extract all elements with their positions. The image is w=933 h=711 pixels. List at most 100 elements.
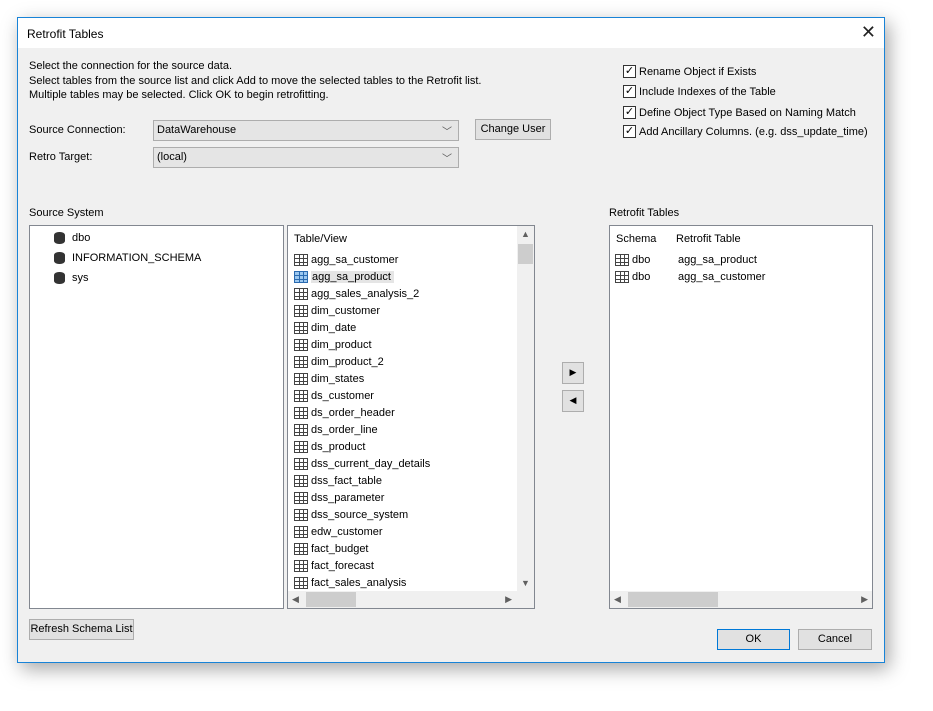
option-label: Rename Object if Exists — [639, 65, 757, 78]
scroll-thumb[interactable] — [628, 592, 718, 607]
option-label: Define Object Type Based on Naming Match — [639, 106, 856, 119]
table-list-item[interactable]: ds_order_line — [294, 421, 380, 438]
table-name: dss_source_system — [311, 508, 409, 521]
retrofit-table-row[interactable]: dbo agg_sa_customer — [615, 268, 767, 285]
instruction-3: Multiple tables may be selected. Click O… — [29, 89, 329, 101]
table-list-item[interactable]: fact_forecast — [294, 557, 376, 574]
checkbox-check-icon[interactable]: ✓ — [623, 85, 636, 98]
table-list-item[interactable]: dim_states — [294, 370, 366, 387]
table-list-item[interactable]: fact_budget — [294, 540, 371, 557]
add-button[interactable]: ▶ — [562, 362, 584, 384]
table-name: fact_forecast — [311, 559, 374, 572]
vertical-scrollbar[interactable]: ▲ ▼ — [517, 226, 534, 591]
chevron-down-icon: ﹀ — [442, 127, 452, 138]
table-list-item[interactable]: edw_customer — [294, 523, 385, 540]
table-icon — [294, 321, 308, 334]
schema-tree-item[interactable]: dbo — [54, 229, 92, 246]
table-list-item[interactable]: dim_product_2 — [294, 353, 386, 370]
cancel-button[interactable]: Cancel — [798, 629, 872, 650]
table-list-item[interactable]: ds_product — [294, 438, 367, 455]
retrofit-tables-list[interactable]: Schema Retrofit Table dbo agg_sa_product d… — [609, 225, 873, 609]
table-icon — [294, 253, 308, 266]
table-list-item[interactable]: dss_fact_table — [294, 472, 384, 489]
scroll-down-icon[interactable]: ▼ — [521, 578, 530, 588]
table-name: fact_budget — [311, 542, 369, 555]
scroll-right-icon[interactable]: ▶ — [861, 594, 868, 605]
scroll-left-icon[interactable]: ◀ — [292, 594, 299, 605]
table-list-item[interactable]: agg_sa_product — [294, 268, 396, 285]
checkbox-check-icon[interactable]: ✓ — [623, 65, 636, 78]
source-schema-tree[interactable]: dbo INFORMATION_SCHEMAsys — [29, 225, 284, 609]
table-list-item[interactable]: dim_product — [294, 336, 374, 353]
schema-cell: dbo — [632, 270, 651, 283]
table-name: dim_states — [311, 372, 365, 385]
table-icon — [294, 389, 308, 402]
close-icon[interactable]: ✕ — [861, 22, 876, 43]
option-checkbox[interactable]: ✓ Include Indexes of the Table — [623, 85, 776, 98]
database-icon — [54, 251, 65, 264]
database-icon — [54, 271, 65, 284]
scroll-thumb[interactable] — [306, 592, 356, 607]
table-list-item[interactable]: dss_source_system — [294, 506, 410, 523]
option-checkbox[interactable]: ✓ Define Object Type Based on Naming Matc… — [623, 106, 856, 119]
table-icon — [294, 406, 308, 419]
schema-tree-item[interactable]: INFORMATION_SCHEMA — [54, 249, 203, 266]
table-name: dss_fact_table — [311, 474, 382, 487]
remove-button[interactable]: ◀ — [562, 390, 584, 412]
schema-tree-item[interactable]: sys — [54, 269, 91, 286]
table-icon — [294, 474, 308, 487]
horizontal-scrollbar[interactable]: ◀ ▶ — [610, 591, 872, 608]
checkbox-check-icon[interactable]: ✓ — [623, 106, 636, 119]
table-list-item[interactable]: agg_sales_analysis_2 — [294, 285, 421, 302]
table-icon — [294, 508, 308, 521]
ok-button[interactable]: OK — [717, 629, 790, 650]
table-icon — [294, 440, 308, 453]
table-list-item[interactable]: dss_current_day_details — [294, 455, 432, 472]
chevron-down-icon: ﹀ — [442, 154, 452, 165]
table-name: dss_current_day_details — [311, 457, 431, 470]
instruction-1: Select the connection for the source dat… — [29, 60, 233, 72]
table-view-list[interactable]: Table/View agg_sa_customer agg_sa_product… — [287, 225, 535, 609]
schema-name: INFORMATION_SCHEMA — [72, 251, 202, 264]
arrow-left-icon: ◀ — [569, 395, 577, 405]
horizontal-scrollbar[interactable]: ◀ ▶ — [288, 591, 534, 608]
table-icon — [294, 304, 308, 317]
column-header-retrofit-table[interactable]: Retrofit Table — [676, 233, 741, 245]
option-checkbox[interactable]: ✓ Add Ancillary Columns. (e.g. dss_update… — [623, 125, 868, 138]
table-list-item[interactable]: ds_customer — [294, 387, 376, 404]
refresh-schema-list-button[interactable]: Refresh Schema List — [29, 619, 134, 640]
retrofit-table-row[interactable]: dbo agg_sa_product — [615, 251, 759, 268]
source-connection-select[interactable]: DataWarehouse ﹀ — [153, 120, 459, 141]
table-icon — [294, 542, 308, 555]
retro-target-select[interactable]: (local) ﹀ — [153, 147, 459, 168]
table-list-item[interactable]: ds_order_header — [294, 404, 397, 421]
change-user-button[interactable]: Change User — [475, 119, 551, 140]
table-name: dss_parameter — [311, 491, 385, 504]
checkbox-check-icon[interactable]: ✓ — [623, 125, 636, 138]
column-header-schema[interactable]: Schema — [616, 233, 656, 245]
option-checkbox[interactable]: ✓ Rename Object if Exists — [623, 65, 756, 78]
scroll-up-icon[interactable]: ▲ — [521, 229, 530, 239]
scroll-left-icon[interactable]: ◀ — [614, 594, 621, 605]
retrofit-tables-label: Retrofit Tables — [609, 207, 680, 219]
table-list-item[interactable]: agg_sa_customer — [294, 251, 400, 268]
option-label: Include Indexes of the Table — [639, 85, 776, 98]
source-connection-label: Source Connection: — [29, 124, 126, 136]
table-list-item[interactable]: dss_parameter — [294, 489, 386, 506]
table-icon — [294, 576, 308, 589]
scroll-thumb[interactable] — [518, 244, 533, 264]
table-name: agg_sa_product — [311, 270, 394, 283]
retro-target-value: (local) — [157, 151, 187, 163]
table-name: agg_sa_customer — [311, 253, 399, 266]
table-name: agg_sales_analysis_2 — [311, 287, 420, 300]
table-list-item[interactable]: dim_customer — [294, 302, 382, 319]
retrofit-table-cell: agg_sa_customer — [678, 270, 766, 283]
table-list-item[interactable]: fact_sales_analysis — [294, 574, 408, 591]
table-list-item[interactable]: dim_date — [294, 319, 358, 336]
table-name: dim_product — [311, 338, 372, 351]
scroll-right-icon[interactable]: ▶ — [505, 594, 512, 605]
schema-name: dbo — [72, 231, 91, 244]
table-name: ds_customer — [311, 389, 374, 402]
table-name: dim_date — [311, 321, 357, 334]
table-name: ds_product — [311, 440, 366, 453]
